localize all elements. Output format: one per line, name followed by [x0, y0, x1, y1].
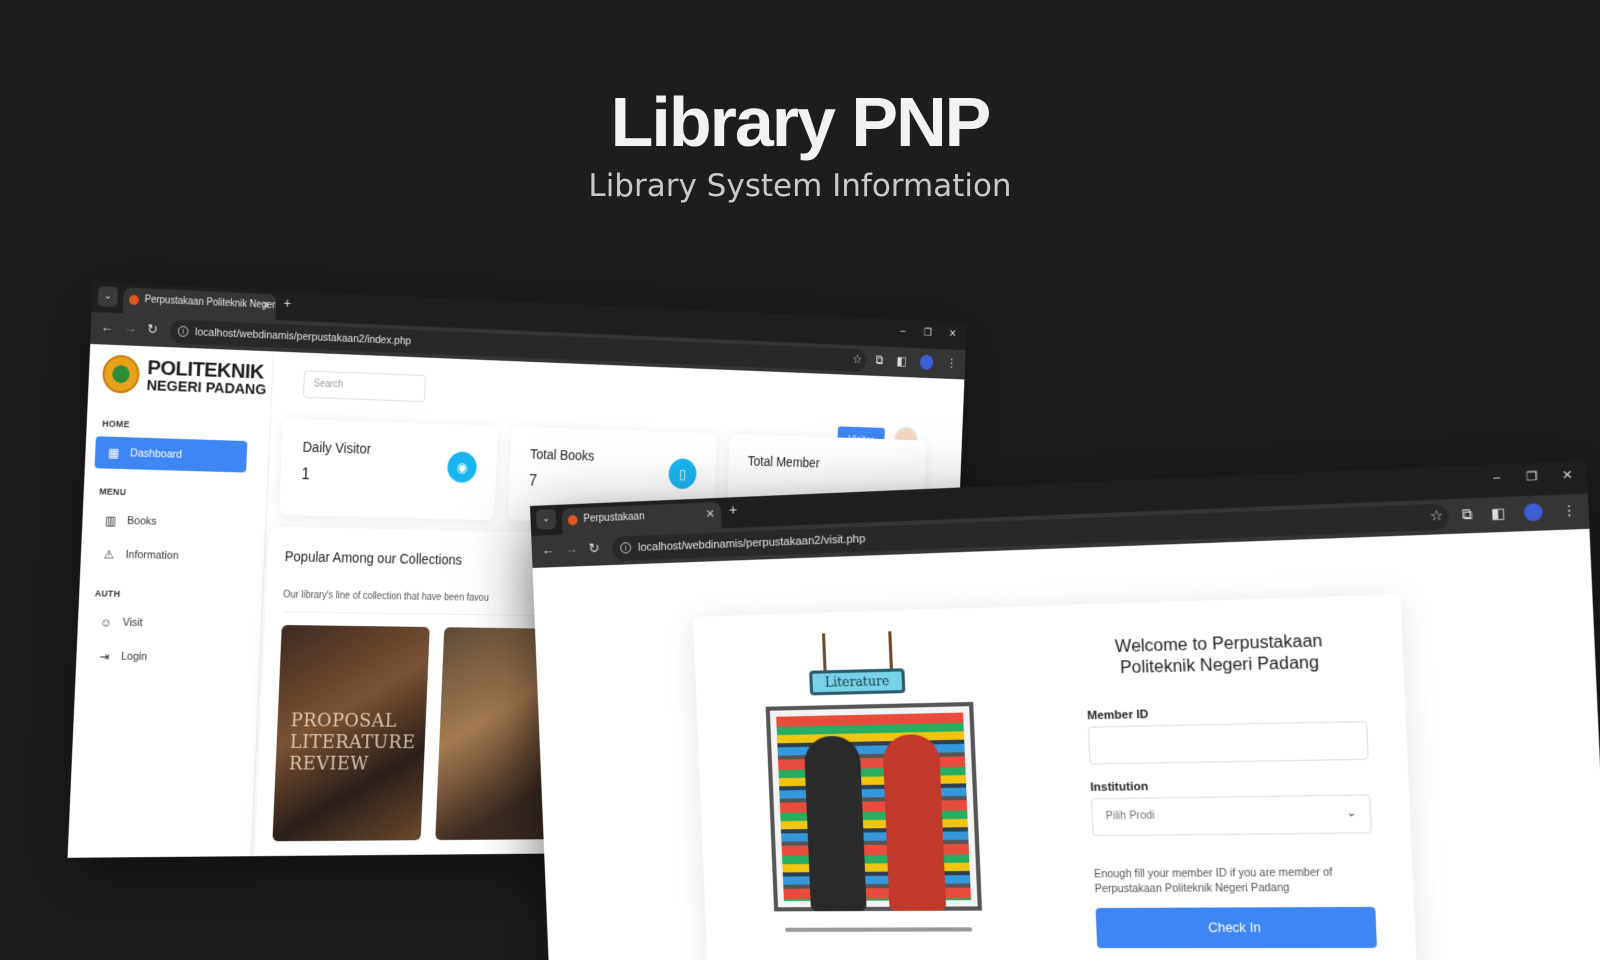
restore-icon[interactable]: ❐ [1526, 469, 1538, 484]
sidebar: POLITEKNIK NEGERI PADANG HOME ▦ Dashboar… [67, 343, 274, 858]
visit-page: Literature Welcome to Perpustakaan Polit… [532, 528, 1600, 960]
card-title: Daily Visitor [302, 438, 372, 457]
institution-label: Institution [1090, 780, 1149, 795]
minimize-icon[interactable]: – [1493, 471, 1501, 484]
sidebar-item-books[interactable]: ▥ Books [92, 504, 245, 539]
institution-selected: Pilih Prodi [1105, 810, 1155, 823]
bookmark-star-icon[interactable]: ☆ [852, 352, 862, 367]
eye-icon: ◉ [446, 451, 478, 484]
profile-avatar[interactable] [1523, 503, 1544, 522]
institution-select[interactable]: Pilih Prodi ⌄ [1090, 794, 1372, 837]
close-window-icon[interactable]: ✕ [949, 327, 957, 339]
forward-icon[interactable]: → [124, 320, 137, 335]
dashboard-icon: ▦ [107, 445, 120, 460]
member-hint: Enough fill your member ID if you are me… [1093, 867, 1333, 896]
pnp-emblem-icon [101, 354, 141, 394]
side-panel-icon[interactable]: ◧ [896, 354, 907, 369]
sidebar-item-label: Visit [122, 616, 143, 630]
card-value: 1 [301, 466, 311, 484]
url-text: localhost/webdinamis/perpustakaan2/index… [194, 326, 412, 348]
favicon-icon [567, 515, 578, 526]
forward-icon[interactable]: → [565, 541, 578, 557]
member-id-label: Member ID [1086, 708, 1149, 723]
card-title: Total Member [747, 453, 820, 471]
member-id-input[interactable] [1087, 720, 1369, 765]
card-value: 7 [528, 473, 538, 490]
book-cover[interactable]: PROPOSAL LITERATURE REVIEW [272, 624, 430, 842]
restore-icon[interactable]: ❐ [923, 326, 932, 338]
reload-icon[interactable]: ↻ [588, 540, 599, 557]
back-icon[interactable]: ← [100, 319, 113, 335]
literature-sign: Literature [809, 668, 906, 696]
smile-icon: ☺ [99, 615, 113, 630]
logo[interactable]: POLITEKNIK NEGERI PADANG [101, 354, 268, 399]
check-in-button[interactable]: Check In [1095, 906, 1378, 949]
stat-card-daily-visitor: Daily Visitor 1 ◉ [279, 418, 499, 521]
section-menu: MENU [99, 486, 127, 498]
new-tab-icon[interactable]: + [283, 295, 291, 311]
card-title: Total Books [529, 446, 595, 464]
favicon-icon [128, 294, 140, 306]
sidebar-item-information[interactable]: ⚠ Information [90, 538, 243, 573]
books-icon: ▥ [104, 513, 117, 528]
extensions-icon[interactable]: ⧉ [875, 353, 883, 368]
checkin-panel: Literature Welcome to Perpustakaan Polit… [693, 594, 1418, 960]
hero-subtitle: Library System Information [588, 168, 1012, 204]
tab-title: Perpustakaan [583, 511, 645, 525]
section-home: HOME [102, 418, 130, 430]
popular-title: Popular Among our Collections [284, 548, 463, 568]
login-icon: ⇥ [99, 649, 110, 664]
side-panel-icon[interactable]: ◧ [1491, 505, 1506, 523]
hero-title: Library PNP [610, 83, 992, 161]
man-figure [803, 735, 867, 912]
chevron-down-icon: ⌄ [1346, 807, 1357, 820]
back-icon[interactable]: ← [541, 542, 554, 558]
sidebar-item-visit[interactable]: ☺ Visit [87, 606, 240, 640]
reload-icon[interactable]: ↻ [147, 321, 158, 337]
library-illustration: Literature [763, 629, 983, 932]
browser-window-visit: ⌄ Perpustakaan ✕ + – ❐ ✕ ← → ↻ i localho… [530, 460, 1600, 960]
profile-avatar[interactable] [919, 354, 934, 370]
welcome-heading: Welcome to Perpustakaan Politeknik Neger… [1114, 632, 1323, 678]
more-menu-icon[interactable]: ⋮ [1561, 502, 1577, 520]
book-cover-text: PROPOSAL LITERATURE REVIEW [288, 709, 416, 775]
woman-figure [882, 733, 947, 911]
bookmark-star-icon[interactable]: ☆ [1429, 507, 1443, 525]
sidebar-item-label: Information [125, 548, 179, 562]
tab-search-icon[interactable]: ⌄ [97, 286, 119, 308]
search-input[interactable]: Search [302, 370, 426, 403]
site-info-icon[interactable]: i [177, 325, 189, 338]
sidebar-item-label: Books [126, 515, 157, 528]
sidebar-item-label: Dashboard [129, 447, 183, 461]
sidebar-item-label: Login [120, 650, 148, 663]
tab-search-icon[interactable]: ⌄ [536, 508, 557, 530]
popular-description: Our library's line of collection that ha… [282, 589, 489, 604]
book-icon: ▯ [668, 458, 698, 490]
sidebar-item-login[interactable]: ⇥ Login [85, 640, 238, 673]
section-auth: AUTH [94, 588, 121, 599]
minimize-icon[interactable]: – [900, 325, 906, 336]
close-window-icon[interactable]: ✕ [1562, 468, 1573, 483]
tab-title: Perpustakaan Politeknik Negeri [144, 294, 277, 312]
site-info-icon[interactable]: i [620, 542, 632, 554]
close-tab-icon[interactable]: ✕ [261, 294, 271, 318]
warning-icon: ⚠ [103, 547, 115, 562]
sidebar-item-dashboard[interactable]: ▦ Dashboard [94, 436, 248, 473]
extensions-icon[interactable]: ⧉ [1461, 506, 1473, 524]
more-menu-icon[interactable]: ⋮ [946, 356, 957, 371]
logo-line2: NEGERI PADANG [146, 377, 267, 399]
new-tab-icon[interactable]: + [729, 501, 738, 518]
close-tab-icon[interactable]: ✕ [705, 502, 715, 527]
url-text: localhost/webdinamis/perpustakaan2/visit… [637, 532, 866, 554]
